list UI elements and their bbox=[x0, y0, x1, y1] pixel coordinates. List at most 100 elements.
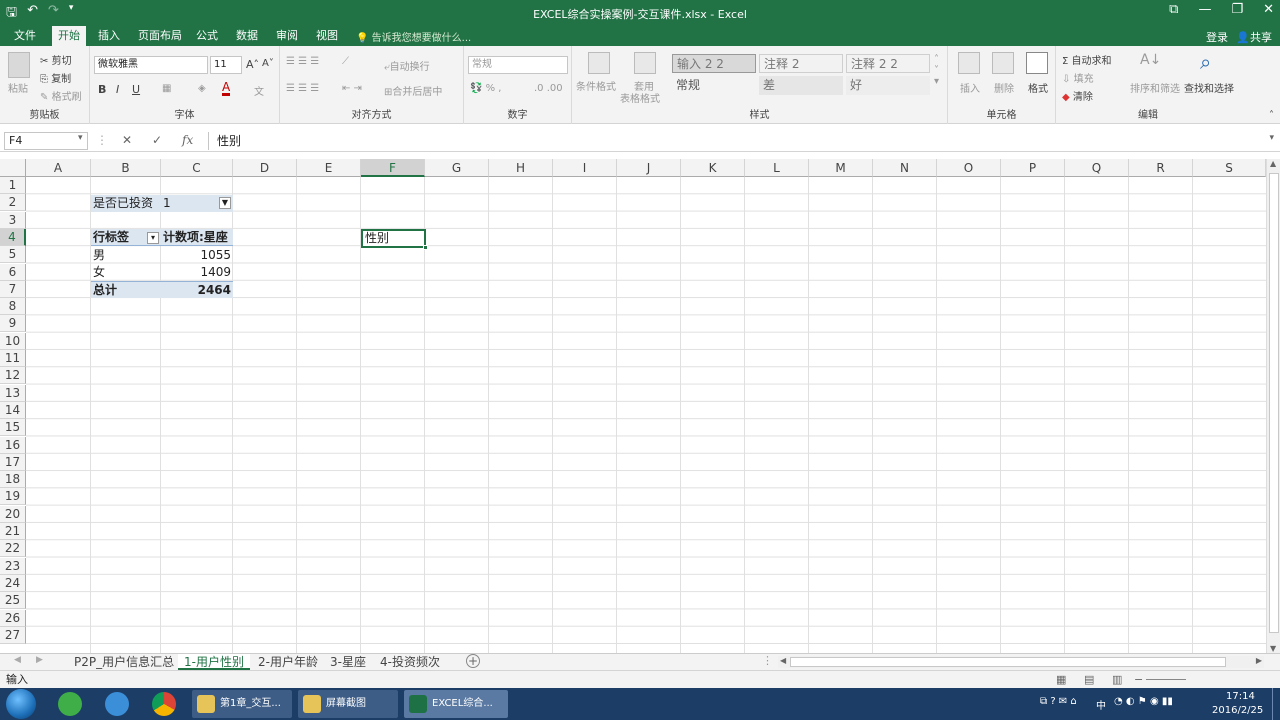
delete-cells-button[interactable]: 删除 bbox=[994, 80, 1014, 95]
column-header-O[interactable]: O bbox=[937, 159, 1001, 177]
font-name-select[interactable]: 微软雅黑 bbox=[94, 56, 208, 74]
zoom-slider[interactable] bbox=[1146, 679, 1186, 680]
tab-home[interactable]: 开始 bbox=[52, 26, 86, 47]
cut-button[interactable]: ✂ 剪切 bbox=[40, 52, 72, 67]
tell-me-box[interactable]: 💡 告诉我您想要做什么... bbox=[356, 29, 471, 44]
start-button-icon[interactable] bbox=[6, 689, 36, 719]
name-box-dropdown-icon[interactable]: ▾ bbox=[78, 133, 83, 143]
zoom-out-icon[interactable]: − bbox=[1134, 671, 1143, 688]
copy-button[interactable]: ⎘ 复制 bbox=[40, 70, 71, 85]
format-cells-icon[interactable] bbox=[1026, 52, 1048, 74]
close-icon[interactable]: ✕ bbox=[1263, 2, 1274, 17]
add-sheet-icon[interactable]: + bbox=[466, 654, 480, 668]
autosum-button[interactable]: Σ 自动求和 bbox=[1062, 52, 1112, 67]
clear-button[interactable]: ◆ 清除 bbox=[1062, 88, 1093, 103]
column-header-F[interactable]: F bbox=[361, 159, 425, 177]
enter-icon[interactable]: ✓ bbox=[152, 133, 162, 147]
tab-data[interactable]: 数据 bbox=[230, 26, 264, 46]
chrome-icon[interactable] bbox=[152, 692, 176, 716]
refresh-app-icon[interactable] bbox=[58, 692, 82, 716]
column-header-A[interactable]: A bbox=[26, 159, 91, 177]
formula-input[interactable]: 性别 bbox=[208, 132, 1274, 150]
fill-color-icon[interactable]: ◈ bbox=[198, 83, 206, 94]
column-header-B[interactable]: B bbox=[91, 159, 161, 177]
italic-icon[interactable]: I bbox=[116, 83, 119, 96]
bold-icon[interactable]: B bbox=[98, 83, 106, 96]
format-table-button-2[interactable]: 表格格式 bbox=[620, 90, 660, 105]
insert-cells-icon[interactable] bbox=[958, 52, 980, 74]
expand-formula-icon[interactable]: ▾ bbox=[1269, 133, 1274, 143]
column-header-N[interactable]: N bbox=[873, 159, 937, 177]
page-layout-view-icon[interactable]: ▤ bbox=[1084, 671, 1094, 688]
font-color-icon[interactable]: A bbox=[222, 81, 231, 96]
merge-center-button[interactable]: ⊞合并后居中 bbox=[384, 83, 442, 98]
style-input22[interactable]: 输入 2 2 bbox=[672, 54, 756, 73]
ribbon-display-icon[interactable]: ⧉ bbox=[1169, 2, 1178, 17]
row-header-10[interactable]: 10 bbox=[0, 332, 26, 350]
login-link[interactable]: 登录 bbox=[1206, 29, 1228, 45]
ime-indicator[interactable]: 中 bbox=[1096, 697, 1106, 712]
select-all-corner[interactable] bbox=[0, 159, 26, 177]
row-header-26[interactable]: 26 bbox=[0, 609, 26, 627]
column-header-J[interactable]: J bbox=[617, 159, 681, 177]
tray-icons[interactable]: ⧉ ? ✉ ⌂ bbox=[1040, 696, 1077, 707]
tab-view[interactable]: 视图 bbox=[310, 26, 344, 46]
pivot-filter-funnel-icon[interactable]: ▼ bbox=[219, 197, 231, 209]
decrease-font-icon[interactable]: A˅ bbox=[262, 58, 274, 69]
tab-splitter-icon[interactable]: ⋮ bbox=[762, 654, 773, 667]
underline-icon[interactable]: U bbox=[132, 83, 140, 96]
column-header-S[interactable]: S bbox=[1193, 159, 1266, 177]
indent-icon[interactable]: ⇤ ⇥ bbox=[342, 83, 362, 94]
insert-function-icon[interactable]: fx bbox=[182, 133, 193, 147]
row-header-5[interactable]: 5 bbox=[0, 246, 26, 264]
row-header-12[interactable]: 12 bbox=[0, 367, 26, 385]
currency-icon[interactable]: 💱 % , bbox=[470, 83, 502, 94]
row-header-3[interactable]: 3 bbox=[0, 211, 26, 229]
paste-button[interactable]: 粘贴 bbox=[8, 80, 28, 95]
sheet-tab[interactable]: 2-用户年龄 bbox=[252, 654, 324, 670]
sheet-tab[interactable]: 3-星座 bbox=[324, 654, 372, 670]
sheet-tab[interactable]: P2P_用户信息汇总 bbox=[68, 654, 180, 670]
styles-scroll-icon[interactable]: ˄ ˅ ▾ bbox=[934, 54, 939, 87]
scroll-left-icon[interactable]: ◀ bbox=[780, 656, 786, 665]
wrap-text-button[interactable]: ⤶自动换行 bbox=[384, 58, 430, 73]
row-header-8[interactable]: 8 bbox=[0, 298, 26, 316]
row-header-11[interactable]: 11 bbox=[0, 350, 26, 367]
row-header-25[interactable]: 25 bbox=[0, 592, 26, 610]
pivot-row-filter-dropdown-icon[interactable]: ▾ bbox=[147, 232, 159, 244]
column-header-D[interactable]: D bbox=[233, 159, 297, 177]
column-header-I[interactable]: I bbox=[553, 159, 617, 177]
tab-file[interactable]: 文件 bbox=[8, 26, 42, 46]
column-header-Q[interactable]: Q bbox=[1065, 159, 1129, 177]
scroll-up-icon[interactable]: ▲ bbox=[1270, 159, 1276, 168]
minimize-icon[interactable]: — bbox=[1198, 2, 1211, 17]
style-bad[interactable]: 差 bbox=[759, 76, 843, 95]
row-header-9[interactable]: 9 bbox=[0, 315, 26, 333]
scroll-right-icon[interactable]: ▶ bbox=[1256, 656, 1262, 665]
column-header-L[interactable]: L bbox=[745, 159, 809, 177]
share-button[interactable]: 👤共享 bbox=[1236, 29, 1272, 45]
row-header-23[interactable]: 23 bbox=[0, 557, 26, 575]
orientation-icon[interactable]: ⟋ bbox=[342, 56, 349, 67]
row-header-27[interactable]: 27 bbox=[0, 626, 26, 644]
tab-page-layout[interactable]: 页面布局 bbox=[132, 26, 188, 46]
fill-handle[interactable] bbox=[423, 245, 428, 250]
increase-font-icon[interactable]: A˄ bbox=[246, 58, 259, 71]
show-desktop-button[interactable] bbox=[1272, 688, 1280, 720]
column-header-R[interactable]: R bbox=[1129, 159, 1193, 177]
taskbar-item-folder1[interactable]: 第1章_交互... bbox=[192, 690, 292, 718]
sheet-next-icon[interactable]: ▶ bbox=[36, 655, 43, 665]
row-header-15[interactable]: 15 bbox=[0, 419, 26, 437]
conditional-format-button[interactable]: 条件格式 bbox=[576, 78, 616, 93]
row-header-19[interactable]: 19 bbox=[0, 488, 26, 506]
name-box[interactable]: F4 bbox=[4, 132, 88, 150]
row-header-2[interactable]: 2 bbox=[0, 194, 26, 212]
magnifier-icon[interactable]: ⌕ bbox=[1200, 50, 1211, 74]
number-format-select[interactable]: 常规 bbox=[468, 56, 568, 74]
vertical-scroll-thumb[interactable] bbox=[1269, 173, 1279, 633]
collapse-ribbon-icon[interactable]: ˄ bbox=[1269, 110, 1274, 121]
row-header-18[interactable]: 18 bbox=[0, 471, 26, 489]
cancel-icon[interactable]: ✕ bbox=[122, 133, 132, 147]
vertical-scrollbar[interactable]: ▲ ▼ bbox=[1266, 159, 1280, 653]
column-header-K[interactable]: K bbox=[681, 159, 745, 177]
